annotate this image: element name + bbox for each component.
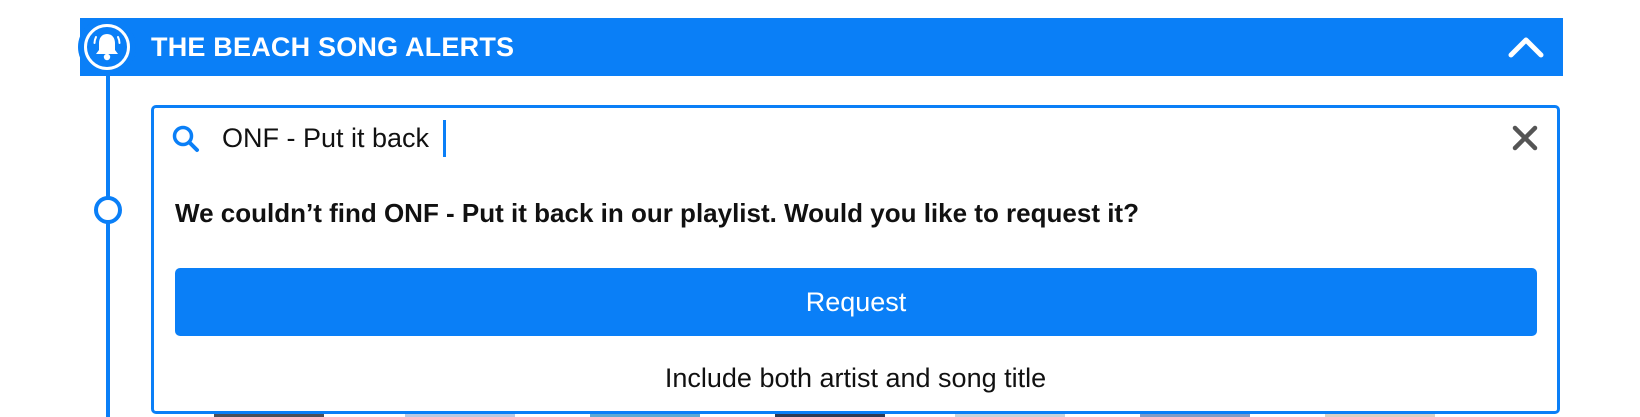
song-search-input[interactable]	[222, 120, 1422, 156]
search-hint: Include both artist and song title	[664, 363, 1047, 393]
timeline-node	[94, 196, 122, 224]
request-button[interactable]: Request	[175, 268, 1537, 336]
song-search-panel: We couldn’t find ONF - Put it back in ou…	[151, 105, 1560, 414]
alerts-title: THE BEACH SONG ALERTS	[151, 32, 515, 62]
alerts-header[interactable]: THE BEACH SONG ALERTS	[80, 18, 1563, 76]
bell-badge	[78, 18, 136, 76]
timeline-line	[106, 72, 110, 417]
song-alerts-page: THE BEACH SONG ALERTS ONF - Put it back …	[0, 0, 1640, 417]
chevron-up-icon[interactable]	[1507, 30, 1545, 64]
bell-icon	[93, 34, 121, 61]
search-icon	[172, 125, 199, 152]
not-found-message: We couldn’t find ONF - Put it back in ou…	[175, 198, 1139, 228]
text-caret	[443, 120, 446, 157]
close-icon[interactable]	[1511, 124, 1539, 152]
